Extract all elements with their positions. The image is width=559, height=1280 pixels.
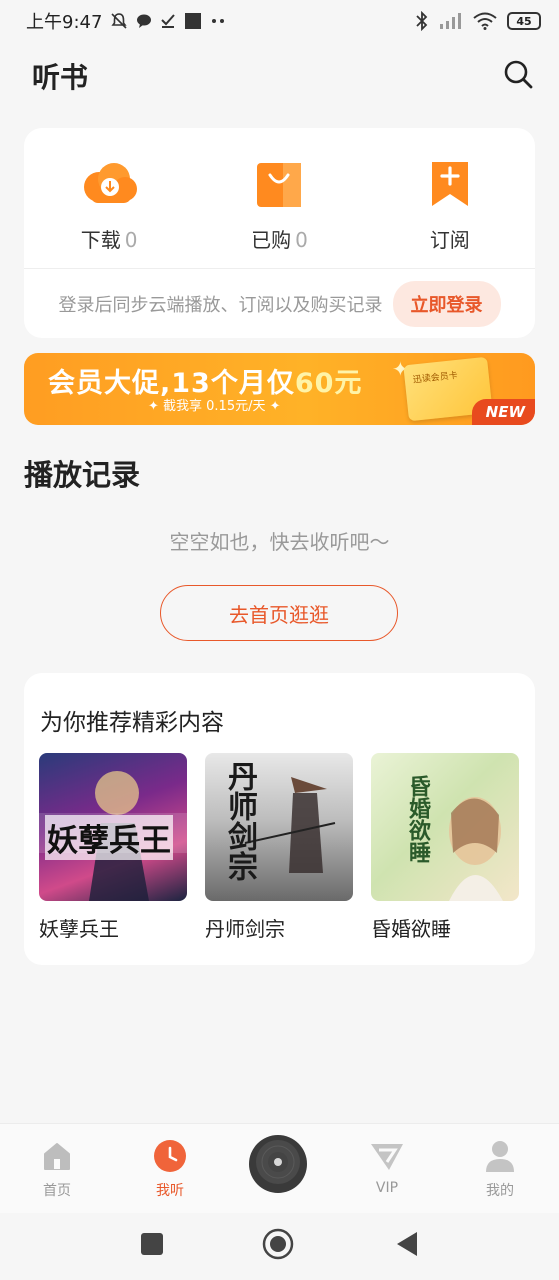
quick-action-purchased-label: 已购 0 [251, 224, 308, 253]
quick-actions-card: 下载 0 已购 0 订阅 登录后同步云端播放、订阅以及购买记录 立即登录 [24, 128, 535, 338]
chat-icon [136, 13, 152, 29]
history-empty-text: 空空如也，快去收听吧～ [169, 530, 390, 554]
quick-action-download-label: 下载 0 [81, 224, 138, 253]
circle-home-icon [262, 1228, 294, 1264]
vinyl-disc-icon [253, 1137, 303, 1191]
page-title: 听书 [32, 61, 89, 94]
nav-item-vip[interactable]: VIP [347, 1138, 427, 1196]
nav-label-mine: 我的 [486, 1183, 514, 1199]
book-name: 昏婚欲睡 [371, 917, 451, 941]
download-label: 下载 [80, 228, 121, 252]
banner-subtitle: ✦ 截我享 0.15元/天 ✦ [148, 399, 281, 414]
subscribe-label: 订阅 [429, 228, 470, 252]
square-notification-icon [184, 12, 202, 30]
book-cover: 昏婚欲睡 [371, 753, 519, 901]
back-button[interactable] [392, 1231, 422, 1261]
more-dots-icon [210, 17, 226, 25]
recents-button[interactable] [137, 1231, 167, 1261]
recommend-title: 为你推荐精彩内容 [40, 710, 224, 736]
quick-actions-row: 下载 0 已购 0 订阅 [24, 128, 535, 268]
book-cover: 妖孽兵王 [39, 753, 187, 901]
go-home-button[interactable]: 去首页逛逛 [160, 585, 398, 641]
download-cloud-icon [77, 156, 141, 212]
history-title: 播放记录 [24, 458, 141, 492]
nav-item-listening[interactable]: 我听 [130, 1138, 210, 1200]
nav-item-mine[interactable]: 我的 [460, 1138, 540, 1200]
book-cover-title: 丹师剑宗 [222, 761, 257, 881]
bottom-nav: 首页 我听 VIP 我的 [0, 1123, 559, 1213]
check-icon [160, 13, 176, 29]
book-item[interactable]: 妖孽兵王 妖孽兵王 [39, 753, 187, 942]
quick-action-subscribe-label: 订阅 [430, 224, 470, 253]
signal-icon [439, 12, 463, 30]
quick-action-subscribe[interactable]: 订阅 [365, 128, 535, 268]
book-cover-title: 昏婚欲睡 [405, 775, 430, 863]
vip-icon [369, 1138, 405, 1174]
wifi-icon [473, 12, 497, 30]
status-left: 上午9:47 [26, 8, 226, 34]
mute-bell-icon [110, 12, 128, 30]
vip-card-text: 迅读会员卡 [412, 370, 459, 386]
nav-label-home: 首页 [43, 1183, 71, 1199]
purchased-count: 0 [295, 228, 308, 252]
book-name: 丹师剑宗 [205, 917, 285, 941]
login-button[interactable]: 立即登录 [392, 280, 501, 327]
nav-label-listening: 我听 [156, 1183, 184, 1199]
banner-title-price: 60元 [294, 368, 363, 399]
book-cover-title: 妖孽兵王 [45, 815, 173, 860]
quick-action-purchased[interactable]: 已购 0 [194, 128, 364, 268]
home-icon [39, 1138, 75, 1174]
nav-label-vip: VIP [375, 1180, 399, 1196]
back-triangle-icon [395, 1231, 419, 1261]
purchased-label: 已购 [251, 228, 292, 252]
book-item[interactable]: 昏婚欲睡 昏婚欲睡 [371, 753, 519, 942]
new-badge: NEW [471, 399, 535, 425]
battery-indicator: 45 [507, 12, 541, 30]
book-item[interactable]: 丹师剑宗 丹师剑宗 [205, 753, 353, 942]
book-name: 妖孽兵王 [39, 917, 119, 941]
book-cover: 丹师剑宗 [205, 753, 353, 901]
system-nav-bar [0, 1213, 559, 1280]
nav-item-home[interactable]: 首页 [17, 1138, 97, 1200]
recommend-card: 为你推荐精彩内容 妖孽兵王 妖孽兵王 丹师剑宗 丹师剑宗 昏婚欲睡 昏婚欲睡 [24, 673, 535, 965]
player-button[interactable] [249, 1135, 307, 1193]
bluetooth-icon [415, 11, 429, 31]
quick-action-download[interactable]: 下载 0 [24, 128, 194, 268]
bookmark-plus-icon [418, 156, 482, 212]
square-icon [140, 1232, 164, 1260]
header: 听书 [0, 48, 559, 104]
vip-promo-banner[interactable]: 会员大促,13个月仅60元 ✦ 截我享 0.15元/天 ✦ ✦ ✦ 迅读会员卡 … [24, 353, 535, 425]
clock-icon [152, 1138, 188, 1174]
status-time: 上午9:47 [26, 12, 103, 33]
login-row: 登录后同步云端播放、订阅以及购买记录 立即登录 [24, 269, 535, 338]
shopping-bag-icon [247, 156, 311, 212]
user-icon [482, 1138, 518, 1174]
login-hint: 登录后同步云端播放、订阅以及购买记录 [58, 294, 383, 316]
status-bar: 上午9:47 45 [0, 0, 559, 42]
search-icon [503, 59, 533, 93]
status-right: 45 [415, 11, 541, 31]
search-button[interactable] [501, 59, 535, 93]
home-system-button[interactable] [262, 1228, 294, 1264]
download-count: 0 [124, 228, 138, 252]
